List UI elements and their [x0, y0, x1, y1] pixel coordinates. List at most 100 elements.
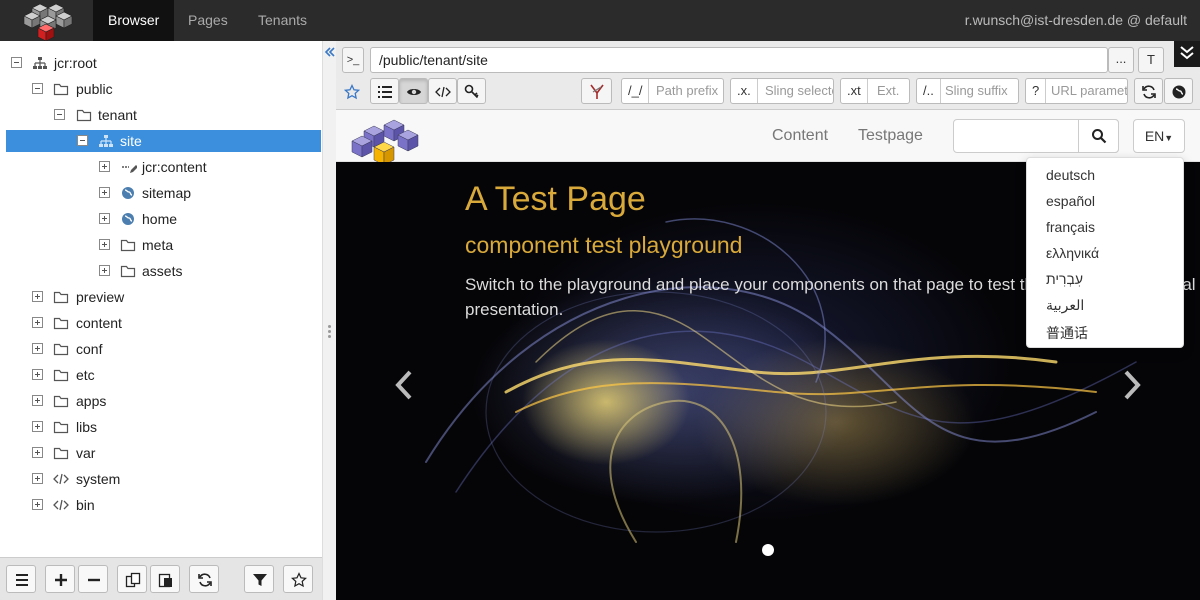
paste-button[interactable] — [150, 565, 180, 593]
tree-node-conf[interactable]: conf — [6, 338, 322, 360]
sitemap-icon — [99, 135, 113, 147]
expand-toggle-icon[interactable] — [99, 239, 110, 250]
menu-button[interactable] — [6, 565, 36, 593]
language-option-francais[interactable]: français — [1046, 219, 1095, 235]
collapse-toggle-icon[interactable] — [11, 57, 22, 68]
language-option-chinese[interactable]: 普通话 — [1046, 323, 1088, 343]
language-option-arabic[interactable]: العربية — [1046, 297, 1084, 314]
carousel-indicator[interactable] — [762, 544, 774, 556]
carousel-next-icon[interactable] — [1122, 370, 1142, 400]
collapse-toggle-icon[interactable] — [77, 135, 88, 146]
repository-tree: jcr:root public tenant site jcr:content … — [0, 41, 322, 557]
favorites-button[interactable] — [283, 565, 313, 593]
carousel-prev-icon[interactable] — [394, 370, 414, 400]
folder-icon — [120, 239, 136, 252]
tree-node-jcr-content[interactable]: jcr:content — [6, 156, 322, 178]
sling-selectors-field[interactable]: .x. Sling selectors — [730, 78, 834, 104]
splitter-grip[interactable] — [328, 325, 331, 328]
expand-toggle-icon[interactable] — [32, 395, 43, 406]
tree-node-meta[interactable]: meta — [6, 234, 322, 256]
expand-toggle-icon[interactable] — [99, 213, 110, 224]
tab-tenants[interactable]: Tenants — [243, 0, 322, 41]
collapse-toggle-icon[interactable] — [32, 83, 43, 94]
add-node-button[interactable] — [45, 565, 75, 593]
path-type-button[interactable]: T — [1138, 47, 1164, 73]
filter-button[interactable] — [244, 565, 274, 593]
tree-node-var[interactable]: var — [6, 442, 322, 464]
expand-toggle-icon[interactable] — [32, 291, 43, 302]
star-icon[interactable] — [344, 84, 360, 100]
tree-node-libs[interactable]: libs — [6, 416, 322, 438]
tree-node-assets[interactable]: assets — [6, 260, 322, 282]
expand-toggle-icon[interactable] — [32, 369, 43, 380]
expand-toggle-icon[interactable] — [32, 499, 43, 510]
path-select-button[interactable]: ... — [1108, 47, 1134, 73]
user-info[interactable]: r.wunsch@ist-dresden.de @ default — [965, 0, 1187, 41]
tree-node-tenant[interactable]: tenant — [6, 104, 322, 126]
star-icon — [291, 572, 307, 588]
tree-node-preview[interactable]: preview — [6, 286, 322, 308]
node-view-toolbar: >_ /public/tenant/site ... T /_/ Path pr… — [336, 41, 1200, 110]
folder-icon — [76, 109, 92, 122]
composum-logo[interactable] — [14, 2, 78, 42]
expand-toggle-icon[interactable] — [32, 421, 43, 432]
splitter-grip[interactable] — [328, 335, 331, 338]
selector-prefix-label: .x. — [731, 79, 758, 103]
expand-toggle-icon[interactable] — [32, 317, 43, 328]
expand-toggle-icon[interactable] — [99, 161, 110, 172]
tree-node-label: tenant — [98, 107, 137, 123]
language-select-button[interactable]: EN▼ — [1133, 119, 1185, 153]
tree-node-label: site — [120, 133, 142, 149]
tree-node-bin[interactable]: bin — [6, 494, 322, 516]
tree-node-apps[interactable]: apps — [6, 390, 322, 412]
tab-pages[interactable]: Pages — [173, 0, 243, 41]
open-in-browser-button[interactable] — [1164, 78, 1193, 104]
view-acl-button[interactable] — [457, 78, 486, 104]
language-option-hebrew[interactable]: עִבְרִית — [1046, 271, 1083, 287]
refresh-tree-button[interactable] — [189, 565, 219, 593]
expand-toggle-icon[interactable] — [32, 343, 43, 354]
tree-node-site[interactable]: site — [6, 130, 321, 152]
path-prefix-field[interactable]: /_/ Path prefix — [621, 78, 724, 104]
tree-node-sitemap[interactable]: sitemap — [6, 182, 322, 204]
site-search-button[interactable] — [1078, 119, 1119, 153]
delete-node-button[interactable] — [78, 565, 108, 593]
collapse-toggle-icon[interactable] — [54, 109, 65, 120]
toggle-toolbar-button[interactable] — [1174, 41, 1200, 67]
terminal-button[interactable]: >_ — [342, 47, 364, 73]
sling-suffix-field[interactable]: /.. Sling suffix — [916, 78, 1019, 104]
tree-node-content[interactable]: content — [6, 312, 322, 334]
tree-node-label: home — [142, 211, 178, 227]
expand-toggle-icon[interactable] — [99, 187, 110, 198]
path-input[interactable]: /public/tenant/site — [370, 47, 1108, 73]
sling-selectors-placeholder: Sling selectors — [765, 83, 833, 98]
expand-toggle-icon[interactable] — [32, 473, 43, 484]
site-navbar: Content Testpage EN▼ — [336, 110, 1200, 166]
view-preview-button[interactable] — [399, 78, 428, 104]
view-source-button[interactable] — [428, 78, 457, 104]
url-parameters-field[interactable]: ? URL parameters — [1025, 78, 1128, 104]
refresh-icon — [198, 573, 212, 587]
expand-toggle-icon[interactable] — [99, 265, 110, 276]
expand-toggle-icon[interactable] — [32, 447, 43, 458]
site-nav-content[interactable]: Content — [772, 110, 828, 162]
collapse-left-icon[interactable] — [323, 45, 337, 59]
view-list-button[interactable] — [370, 78, 399, 104]
site-nav-testpage[interactable]: Testpage — [858, 110, 923, 162]
language-option-deutsch[interactable]: deutsch — [1046, 167, 1095, 183]
tree-node-system[interactable]: system — [6, 468, 322, 490]
tree-node-public[interactable]: public — [6, 78, 322, 100]
language-option-greek[interactable]: ελληνικά — [1046, 245, 1099, 261]
tree-node-etc[interactable]: etc — [6, 364, 322, 386]
sling-icon — [589, 84, 604, 99]
panel-splitter[interactable] — [322, 41, 336, 600]
sling-button[interactable] — [581, 78, 612, 104]
tab-browser[interactable]: Browser — [93, 0, 175, 41]
copy-button[interactable] — [117, 565, 147, 593]
splitter-grip[interactable] — [328, 330, 331, 333]
language-option-espanol[interactable]: español — [1046, 193, 1095, 209]
reload-button[interactable] — [1134, 78, 1163, 104]
tree-node-jcr-root[interactable]: jcr:root — [6, 52, 322, 74]
tree-node-home[interactable]: home — [6, 208, 322, 230]
extension-field[interactable]: .xt Ext. — [840, 78, 910, 104]
